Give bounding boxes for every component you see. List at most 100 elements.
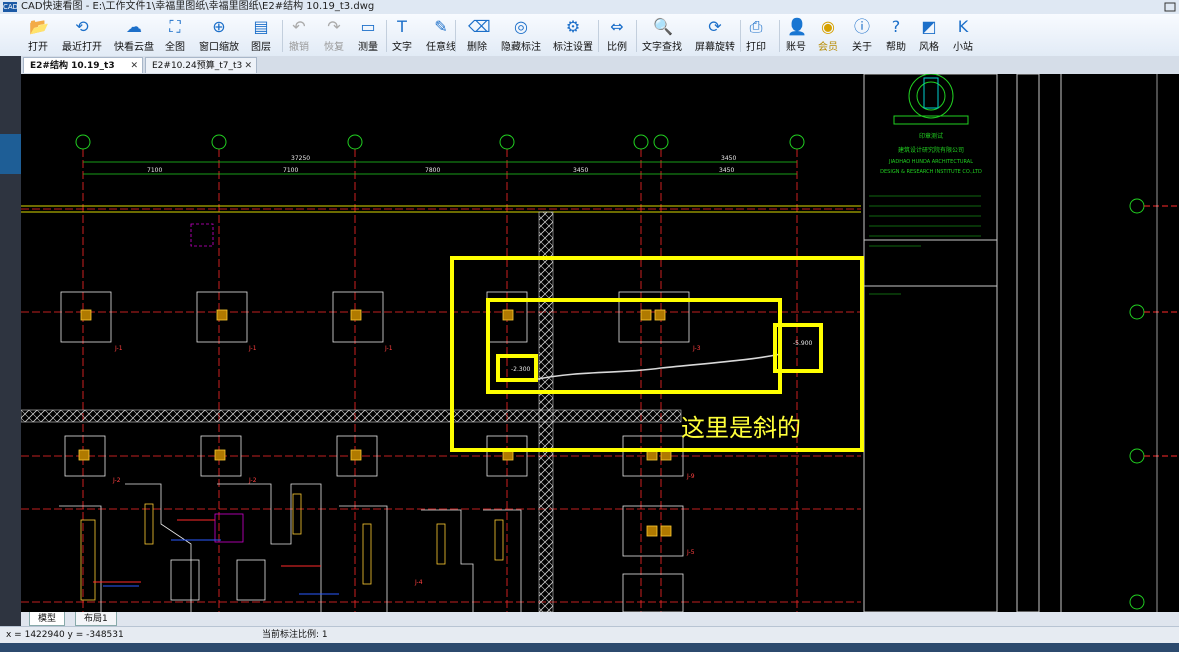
toolbar-button-label: 文字: [392, 42, 412, 53]
toolbar-button-label: 屏幕旋转: [695, 42, 735, 53]
footings-row-1: [60, 223, 690, 343]
cad-drawing: 印章测试 建筑设计研究院有限公司 JIADHAO HUNDA ARCHITECT…: [21, 74, 1179, 612]
help-icon: ?: [891, 17, 901, 36]
annotation-note: 这里是斜的: [681, 414, 801, 442]
toolbar-button-folder-open[interactable]: 📂 打开: [26, 17, 50, 55]
toolbar-button-annotation-settings[interactable]: ⚙ 标注设置: [550, 17, 596, 55]
dim-row-2: 7800: [425, 167, 440, 174]
hatched-wall-vertical: [538, 211, 554, 612]
dim-total-right: 3450: [721, 155, 736, 162]
tab-close-icon[interactable]: ✕: [130, 58, 138, 74]
toolbar-button-label: 快看云盘: [114, 42, 154, 53]
tab-layout1[interactable]: 布局1: [75, 612, 117, 626]
dim-row-1: 7100: [283, 167, 298, 174]
label-j3: J-3: [692, 345, 701, 352]
toolbar-button-rotate-screen[interactable]: ⟳ 屏幕旋转: [693, 17, 737, 55]
shear-walls-bottom: [59, 483, 522, 612]
tab-model[interactable]: 模型: [29, 612, 66, 626]
toolbar-button-label: 撤销: [289, 42, 309, 53]
toolbar-button-label: 恢复: [324, 42, 344, 53]
k-site-icon: K: [957, 17, 969, 36]
red-annotations: [93, 519, 321, 583]
zoom-window-icon: ⊕: [212, 17, 226, 36]
toolbar-separator: [779, 20, 780, 52]
toolbar-button-style[interactable]: ◩ 风格: [917, 17, 941, 55]
toolbar-button-pen[interactable]: ✎ 任意线: [424, 17, 458, 55]
text-search-icon: 🔍: [653, 17, 673, 36]
rotate-screen-icon: ⟳: [708, 17, 722, 36]
coordinate-readout: x = 1422940 y = -348531: [6, 630, 124, 640]
layout-tabs: 模型 布局1: [21, 612, 1179, 626]
toolbar-button-zoom-window[interactable]: ⊕ 窗口缩放: [198, 17, 240, 55]
user-icon: 👤: [787, 17, 807, 36]
title-block-logo: [893, 74, 969, 125]
toolbar-button-cloud[interactable]: ☁ 快看云盘: [112, 17, 156, 55]
title-block-company-en-1: JIADHAO HUNDA ARCHITECTURAL: [888, 159, 973, 165]
tab-e2-budget[interactable]: E2#10.24预算_t7_t3 ✕: [145, 57, 257, 73]
toolbar-button-fit-screen[interactable]: ⛶ 全图: [163, 17, 187, 55]
redo-icon: ↷: [327, 17, 341, 36]
toolbar-button-label: 打印: [746, 42, 766, 53]
tab-close-icon[interactable]: ✕: [244, 58, 252, 74]
toolbar-button-layers[interactable]: ▤ 图层: [249, 17, 273, 55]
main-toolbar: 📂 打开 ⟲ 最近打开 ☁ 快看云盘 ⛶ 全图 ⊕ 窗口缩放 ▤ 图层 ↶ 撤销 ↷ 恢复 ▭ 测量 T 文字 ✎ 任意线…: [0, 14, 1179, 57]
toolbar-button-vip[interactable]: ◉ 会员: [816, 17, 840, 55]
grid-axes-horizontal: [21, 208, 861, 603]
toolbar-separator: [636, 20, 637, 52]
left-panel-edge: [0, 56, 21, 652]
toolbar-button-label: 文字查找: [642, 42, 682, 53]
toolbar-button-label: 关于: [852, 42, 872, 53]
toolbar-button-info[interactable]: ⓘ 关于: [850, 17, 874, 55]
sloped-beam-line: [532, 353, 782, 381]
toolbar-button-label: 打开: [28, 42, 48, 53]
toolbar-button-clock[interactable]: ⟲ 最近打开: [60, 17, 104, 55]
window-controls[interactable]: [1160, 0, 1179, 14]
drawing-canvas[interactable]: 印章测试 建筑设计研究院有限公司 JIADHAO HUNDA ARCHITECT…: [21, 74, 1179, 612]
toolbar-button-k-site[interactable]: K 小站: [951, 17, 975, 55]
toolbar-button-text[interactable]: T 文字: [390, 17, 414, 55]
toolbar-button-label: 比例: [607, 42, 627, 53]
app-logo-icon: CAD: [3, 2, 19, 12]
title-bar: CAD CAD快速看图 - E:\工作文件1\幸福里图纸\幸福里图纸\E2#结构…: [0, 0, 1179, 14]
label-j1-a: J-1: [114, 345, 123, 352]
eye-hide-icon: ◎: [514, 17, 528, 36]
title-block: [863, 74, 1062, 612]
printer-icon: ⎙: [749, 17, 763, 36]
dim-row-4: 3450: [719, 167, 734, 174]
toolbar-button-eraser[interactable]: ⌫ 删除: [465, 17, 491, 55]
label-j1-b: J-1: [248, 345, 257, 352]
tab-e2-structure[interactable]: E2#结构 10.19_t3 ✕: [23, 57, 143, 73]
toolbar-button-printer[interactable]: ⎙ 打印: [744, 17, 768, 55]
vip-icon: ◉: [821, 17, 835, 36]
style-icon: ◩: [921, 17, 937, 36]
dim-row-0: 7100: [147, 167, 162, 174]
toolbar-button-undo[interactable]: ↶ 撤销: [287, 17, 311, 55]
toolbar-button-label: 测量: [358, 42, 378, 53]
label-j2-a: J-2: [112, 477, 121, 484]
label-j5: J-5: [686, 549, 695, 556]
toolbar-button-label: 删除: [467, 42, 487, 53]
toolbar-button-scale[interactable]: ⇔ 比例: [604, 17, 630, 55]
pen-icon: ✎: [434, 17, 448, 36]
toolbar-button-redo[interactable]: ↷ 恢复: [322, 17, 346, 55]
label-j2-b: J-2: [248, 477, 257, 484]
toolbar-button-user[interactable]: 👤 账号: [784, 17, 808, 55]
toolbar-button-ruler[interactable]: ▭ 测量: [356, 17, 380, 55]
fit-screen-icon: ⛶: [169, 17, 181, 36]
toolbar-button-eye-hide[interactable]: ◎ 隐藏标注: [499, 17, 543, 55]
cloud-icon: ☁: [126, 17, 142, 36]
os-taskbar: [0, 643, 1179, 652]
toolbar-button-label: 标注设置: [553, 42, 593, 53]
grid-axes-vertical: [82, 149, 798, 612]
hatched-wall-horizontal: [21, 409, 682, 423]
toolbar-button-help[interactable]: ? 帮助: [884, 17, 908, 55]
toolbar-button-text-search[interactable]: 🔍 文字查找: [640, 17, 684, 55]
label-j9: J-9: [686, 473, 695, 480]
text-icon: T: [397, 17, 407, 36]
toolbar-separator: [282, 20, 283, 52]
info-icon: ⓘ: [853, 17, 870, 36]
dim-total-left: 37250: [291, 155, 310, 162]
eraser-icon: ⌫: [468, 17, 491, 36]
toolbar-button-label: 最近打开: [62, 42, 102, 53]
scale-icon: ⇔: [610, 17, 624, 36]
